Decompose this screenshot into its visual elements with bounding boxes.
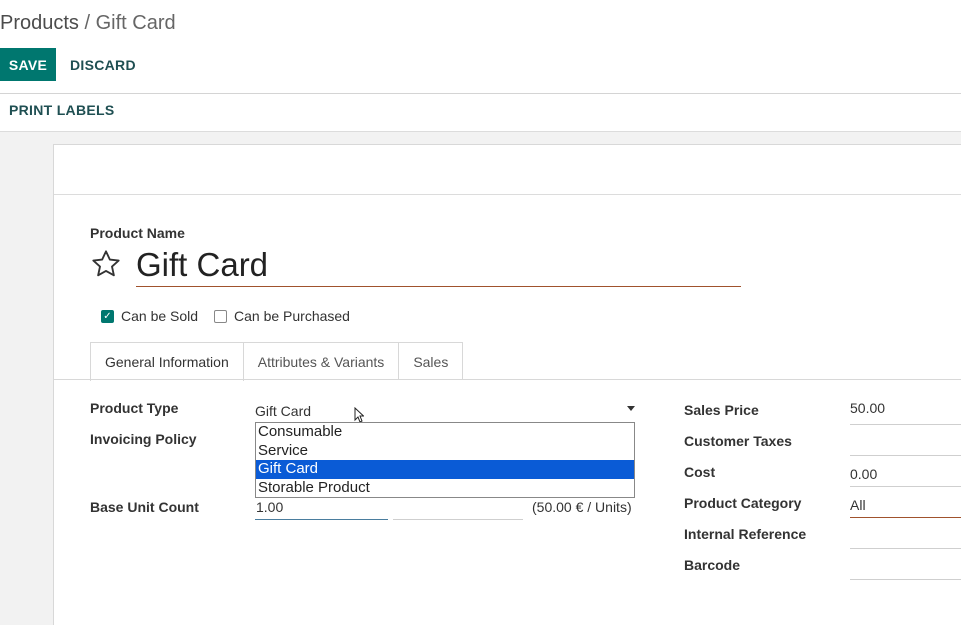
form-statusbar (54, 145, 961, 195)
internal-reference-label: Internal Reference (684, 526, 807, 542)
base-unit-count-input[interactable]: 1.00 (256, 499, 283, 515)
breadcrumb-current: Gift Card (95, 12, 176, 34)
control-panel: Products / Gift Card SAVE DISCARD PRINT … (0, 0, 961, 132)
cost-underline (850, 486, 961, 487)
option-consumable[interactable]: Consumable (256, 423, 634, 442)
can-be-purchased-checkbox[interactable]: Can be Purchased (214, 308, 350, 324)
product-name-input[interactable]: Gift Card (136, 243, 741, 287)
cost-label: Cost (684, 464, 716, 480)
star-icon[interactable] (90, 248, 122, 280)
can-be-sold-label: Can be Sold (121, 308, 199, 324)
product-category-input[interactable]: All (850, 497, 866, 513)
sales-price-underline (850, 424, 961, 425)
product-type-dropdown-list: Consumable Service Gift Card Storable Pr… (255, 422, 635, 498)
breadcrumb-products-link[interactable]: Products (0, 12, 79, 34)
cost-input[interactable]: 0.00 (850, 466, 877, 482)
checkbox-empty-icon (214, 309, 227, 323)
internal-reference-input[interactable] (850, 548, 961, 549)
option-storable-product[interactable]: Storable Product (256, 479, 634, 498)
form-tabs: General Information Attributes & Variant… (90, 342, 464, 381)
sales-price-input[interactable]: 50.00 (850, 400, 885, 416)
dropdown-caret-icon (627, 406, 635, 411)
tabs-underline (54, 379, 961, 380)
save-button[interactable]: SAVE (0, 48, 56, 81)
tab-general-information[interactable]: General Information (90, 342, 244, 381)
invoicing-policy-label: Invoicing Policy (90, 431, 197, 447)
product-category-label: Product Category (684, 495, 802, 511)
product-type-label: Product Type (90, 400, 179, 416)
base-unit-count-label: Base Unit Count (90, 499, 199, 515)
base-unit-count-underline (255, 519, 388, 520)
tab-sales[interactable]: Sales (398, 342, 464, 380)
product-type-value: Gift Card (255, 402, 312, 419)
option-gift-card[interactable]: Gift Card (256, 460, 634, 479)
customer-taxes-input[interactable] (850, 455, 961, 456)
breadcrumb: Products / Gift Card (0, 12, 176, 35)
can-be-purchased-label: Can be Purchased (234, 308, 350, 324)
product-type-select[interactable]: Gift Card (255, 398, 635, 424)
can-be-sold-checkbox[interactable]: ✓ Can be Sold (101, 308, 198, 324)
mouse-cursor-icon (354, 407, 364, 423)
option-service[interactable]: Service (256, 442, 634, 461)
customer-taxes-label: Customer Taxes (684, 433, 792, 449)
base-unit-price-per-unit: (50.00 € / Units) (532, 499, 632, 515)
sales-price-label: Sales Price (684, 402, 759, 418)
tab-attributes-variants[interactable]: Attributes & Variants (242, 342, 400, 380)
print-labels-button[interactable]: PRINT LABELS (9, 102, 115, 118)
breadcrumb-separator: / (84, 12, 91, 34)
discard-button[interactable]: DISCARD (70, 48, 136, 81)
product-category-underline (850, 517, 961, 518)
toolbar-divider (0, 93, 961, 94)
barcode-input[interactable] (850, 579, 961, 580)
base-unit-uom-underline (393, 519, 523, 520)
barcode-label: Barcode (684, 557, 741, 573)
checkbox-checked-icon: ✓ (101, 309, 114, 323)
product-name-label: Product Name (90, 225, 185, 241)
control-panel-bottom-border (0, 131, 961, 132)
form-sheet: Product Name Gift Card ✓ Can be Sold Can… (53, 144, 961, 625)
